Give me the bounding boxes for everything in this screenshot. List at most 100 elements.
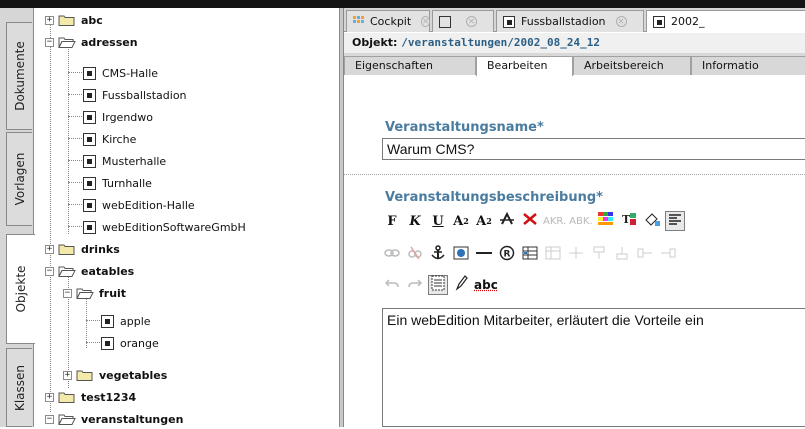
window-top-frame: [0, 0, 805, 8]
registered-icon: R: [499, 245, 515, 265]
tree-object-orange[interactable]: orange: [101, 333, 159, 353]
strikethrough-button[interactable]: [497, 211, 517, 231]
side-tab-dokumente[interactable]: Dokumente: [6, 22, 32, 130]
visible-borders-button[interactable]: [428, 275, 448, 295]
link-button[interactable]: [382, 245, 402, 265]
tree-connector: [50, 22, 51, 412]
special-character-button[interactable]: R: [497, 245, 517, 265]
tree-object-fussballstadion[interactable]: Fussballstadion: [83, 85, 187, 105]
tree-folder-abc[interactable]: + abc: [45, 10, 103, 30]
tree-object-apple[interactable]: apple: [101, 311, 151, 331]
color-palette-icon: [597, 212, 614, 230]
insert-table-button[interactable]: [520, 245, 540, 265]
object-icon: [83, 132, 96, 146]
italic-button[interactable]: K: [405, 211, 425, 231]
tab-bearbeiten[interactable]: Bearbeiten: [476, 56, 573, 76]
tab-cockpit[interactable]: Cockpit ✕: [346, 10, 430, 32]
side-tab-objekte[interactable]: Objekte: [6, 234, 35, 344]
close-tab-icon[interactable]: ✕: [421, 16, 430, 27]
side-tab-vorlagen[interactable]: Vorlagen: [6, 132, 32, 226]
tab-document[interactable]: ✕: [432, 10, 494, 32]
spellcheck-button[interactable]: abc: [474, 275, 498, 295]
insert-row-before-button[interactable]: [589, 245, 609, 265]
tree-object-cms-halle[interactable]: CMS-Halle: [83, 63, 158, 83]
insert-column-icon: [660, 246, 676, 264]
horizontal-rule-button[interactable]: [474, 245, 494, 265]
tab-arbeitsbereich[interactable]: Arbeitsbereich: [573, 56, 691, 75]
tree-object-webedition-halle[interactable]: webEdition-Halle: [83, 195, 195, 215]
remove-format-icon: [522, 212, 538, 230]
collapse-icon[interactable]: −: [45, 414, 54, 424]
tree-object-musterhalle[interactable]: Musterhalle: [83, 151, 166, 171]
object-icon: [101, 336, 114, 350]
insert-column-icon: [637, 246, 653, 264]
collapse-icon[interactable]: −: [45, 266, 54, 276]
acronym-button[interactable]: AKR.: [543, 211, 566, 231]
tree-folder-eatables[interactable]: − eatables: [45, 261, 134, 281]
underline-button[interactable]: U: [428, 211, 448, 231]
table-icon: [522, 246, 538, 264]
unlink-icon: [407, 246, 423, 264]
tab-fussballstadion[interactable]: Fussballstadion ✕: [496, 10, 644, 32]
text-color-button[interactable]: T: [619, 211, 639, 231]
remove-format-button[interactable]: [520, 211, 540, 231]
side-tab-bar: Dokumente Vorlagen Objekte Klassen: [0, 8, 35, 427]
table-properties-icon: [545, 246, 561, 264]
tab-active-object[interactable]: 2002_: [646, 10, 805, 32]
tab-information[interactable]: Informatio: [691, 56, 805, 75]
tree-folder-veranstaltungen[interactable]: − veranstaltungen: [45, 409, 183, 429]
tree-folder-test1234[interactable]: + test1234: [45, 387, 136, 407]
object-icon: [83, 220, 96, 234]
document-icon: [439, 15, 451, 28]
unlink-button[interactable]: [405, 245, 425, 265]
anchor-icon: [431, 245, 445, 265]
anchor-button[interactable]: [428, 245, 448, 265]
name-input[interactable]: Warum CMS?: [382, 138, 805, 160]
edit-source-button[interactable]: [451, 275, 471, 295]
insert-column-before-button[interactable]: [635, 245, 655, 265]
insert-row-icon: [614, 246, 630, 264]
table-properties-button[interactable]: [543, 245, 563, 265]
align-left-button[interactable]: [664, 211, 685, 231]
abbreviation-button[interactable]: ABK.: [569, 211, 592, 231]
cockpit-icon: [353, 15, 365, 28]
insert-column-after-button[interactable]: [658, 245, 678, 265]
tree-folder-fruit[interactable]: − fruit: [63, 283, 126, 303]
expand-icon[interactable]: +: [45, 15, 54, 25]
close-tab-icon[interactable]: ✕: [615, 16, 627, 27]
undo-button[interactable]: [382, 275, 402, 295]
description-editor[interactable]: Ein webEdition Mitarbeiter, erläutert di…: [382, 308, 805, 427]
folder-closed-icon: [58, 243, 76, 255]
insert-image-button[interactable]: [451, 245, 471, 265]
tree-folder-drinks[interactable]: + drinks: [45, 239, 120, 259]
image-icon: [453, 246, 469, 264]
collapse-icon[interactable]: −: [45, 37, 54, 47]
name-field-label: Veranstaltungsname*: [385, 120, 544, 135]
tree-object-kirche[interactable]: Kirche: [83, 129, 136, 149]
expand-icon[interactable]: +: [45, 244, 54, 254]
color-palette-button[interactable]: [596, 211, 616, 231]
collapse-icon[interactable]: −: [63, 288, 72, 298]
close-tab-icon[interactable]: ✕: [466, 16, 477, 27]
tree-object-turnhalle[interactable]: Turnhalle: [83, 173, 152, 193]
folder-closed-icon: [76, 369, 94, 381]
expand-icon[interactable]: +: [63, 370, 72, 380]
editor-subtab-bar: Eigenschaften Bearbeiten Arbeitsbereich …: [344, 53, 805, 76]
superscript-button[interactable]: A2: [474, 211, 494, 231]
subscript-button[interactable]: A2: [451, 211, 471, 231]
tree-object-webeditionsoftwaregmbh[interactable]: webEditionSoftwareGmbH: [83, 217, 246, 237]
tree-folder-vegetables[interactable]: + vegetables: [63, 365, 167, 385]
cell-properties-button[interactable]: [566, 245, 586, 265]
editor-toolbar-edit: abc: [382, 274, 501, 296]
background-color-button[interactable]: [642, 211, 662, 231]
insert-row-after-button[interactable]: [612, 245, 632, 265]
tree-object-irgendwo[interactable]: Irgendwo: [83, 107, 153, 127]
strikethrough-icon: [499, 211, 515, 230]
tab-eigenschaften[interactable]: Eigenschaften: [344, 56, 476, 75]
folder-open-icon: [76, 287, 94, 299]
side-tab-klassen[interactable]: Klassen: [6, 348, 32, 427]
redo-button[interactable]: [405, 275, 425, 295]
expand-icon[interactable]: +: [45, 392, 54, 402]
bold-button[interactable]: F: [382, 211, 402, 231]
tree-folder-adressen[interactable]: − adressen: [45, 32, 138, 52]
